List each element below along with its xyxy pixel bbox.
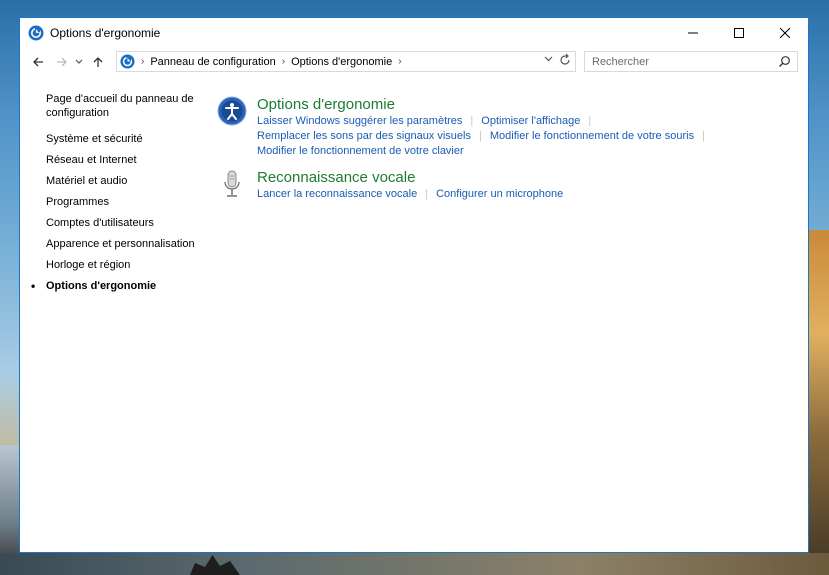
link-configure-mic[interactable]: Configurer un microphone (436, 188, 563, 200)
control-panel-window: Options d'ergonomie › Panneau de configu… (19, 17, 809, 553)
sidebar-item-appearance[interactable]: Apparence et personnalisation (46, 237, 211, 251)
control-panel-icon (28, 25, 44, 41)
section-voice: Reconnaissance vocale Lancer la reconnai… (217, 169, 797, 202)
section-title-voice[interactable]: Reconnaissance vocale (257, 169, 797, 187)
link-visual-signals[interactable]: Remplacer les sons par des signaux visue… (257, 130, 471, 142)
close-button[interactable] (762, 18, 808, 48)
maximize-button[interactable] (716, 18, 762, 48)
control-panel-icon (120, 54, 135, 69)
sidebar-item-network[interactable]: Réseau et Internet (46, 153, 211, 167)
arrow-up-icon (93, 57, 103, 67)
main-content: Options d'ergonomie Laisser Windows sugg… (217, 96, 797, 202)
sidebar-item-accounts[interactable]: Comptes d'utilisateurs (46, 216, 211, 230)
link-separator: | (470, 115, 474, 127)
chevron-right-icon[interactable]: › (141, 56, 144, 67)
link-start-voice[interactable]: Lancer la reconnaissance vocale (257, 188, 417, 200)
sidebar-item-hardware[interactable]: Matériel et audio (46, 174, 211, 188)
chevron-down-icon (75, 59, 83, 64)
maximize-icon (734, 28, 744, 38)
chevron-right-icon[interactable]: › (282, 56, 285, 67)
up-button[interactable] (88, 52, 108, 72)
ergonomie-links: Laisser Windows suggérer les paramètres |… (257, 114, 797, 159)
forward-button[interactable] (52, 52, 72, 72)
link-separator: | (479, 130, 482, 142)
sidebar-item-ergonomie: Options d'ergonomie (31, 279, 211, 293)
ease-of-access-icon[interactable] (217, 96, 247, 126)
link-separator: | (588, 115, 592, 127)
address-dropdown-icon[interactable] (544, 54, 553, 66)
back-button[interactable] (28, 52, 48, 72)
chevron-right-icon[interactable]: › (398, 56, 401, 67)
link-optimize-display[interactable]: Optimiser l'affichage (481, 115, 580, 127)
link-suggest-settings[interactable]: Laisser Windows suggérer les paramètres (257, 115, 462, 127)
breadcrumb-control-panel[interactable]: Panneau de configuration (150, 56, 275, 68)
arrow-left-icon (33, 57, 43, 67)
wallpaper-right (807, 230, 829, 575)
link-keyboard-settings[interactable]: Modifier le fonctionnement de votre clav… (257, 145, 464, 157)
section-ergonomie: Options d'ergonomie Laisser Windows sugg… (217, 96, 797, 159)
sidebar-item-home[interactable]: Page d'accueil du panneau de configurati… (46, 92, 211, 120)
close-icon (780, 28, 790, 38)
breadcrumb-ergonomie[interactable]: Options d'ergonomie (291, 56, 392, 68)
recent-locations-button[interactable] (72, 52, 86, 72)
sidebar: Page d'accueil du panneau de configurati… (31, 92, 211, 300)
link-separator: | (702, 130, 705, 142)
minimize-button[interactable] (670, 18, 716, 48)
section-title-ergonomie[interactable]: Options d'ergonomie (257, 96, 797, 114)
link-mouse-settings[interactable]: Modifier le fonctionnement de votre sour… (490, 130, 694, 142)
search-input[interactable]: Rechercher (584, 51, 798, 72)
search-icon[interactable] (778, 55, 791, 68)
window-controls (670, 18, 808, 48)
arrow-right-icon (57, 57, 67, 67)
window-title: Options d'ergonomie (50, 26, 161, 40)
link-separator: | (425, 188, 429, 200)
navigation-row: › Panneau de configuration › Options d'e… (20, 48, 808, 76)
sidebar-item-clock[interactable]: Horloge et région (46, 258, 211, 272)
sidebar-item-security[interactable]: Système et sécurité (46, 132, 211, 146)
wallpaper-bottom (0, 553, 829, 575)
minimize-icon (688, 32, 698, 34)
sidebar-item-programs[interactable]: Programmes (46, 195, 211, 209)
refresh-icon[interactable] (559, 53, 571, 70)
microphone-icon[interactable] (217, 169, 247, 199)
address-bar[interactable]: › Panneau de configuration › Options d'e… (116, 51, 576, 72)
voice-links: Lancer la reconnaissance vocale | Configur… (257, 187, 797, 202)
title-bar[interactable]: Options d'ergonomie (20, 18, 808, 48)
search-placeholder: Rechercher (592, 55, 649, 68)
